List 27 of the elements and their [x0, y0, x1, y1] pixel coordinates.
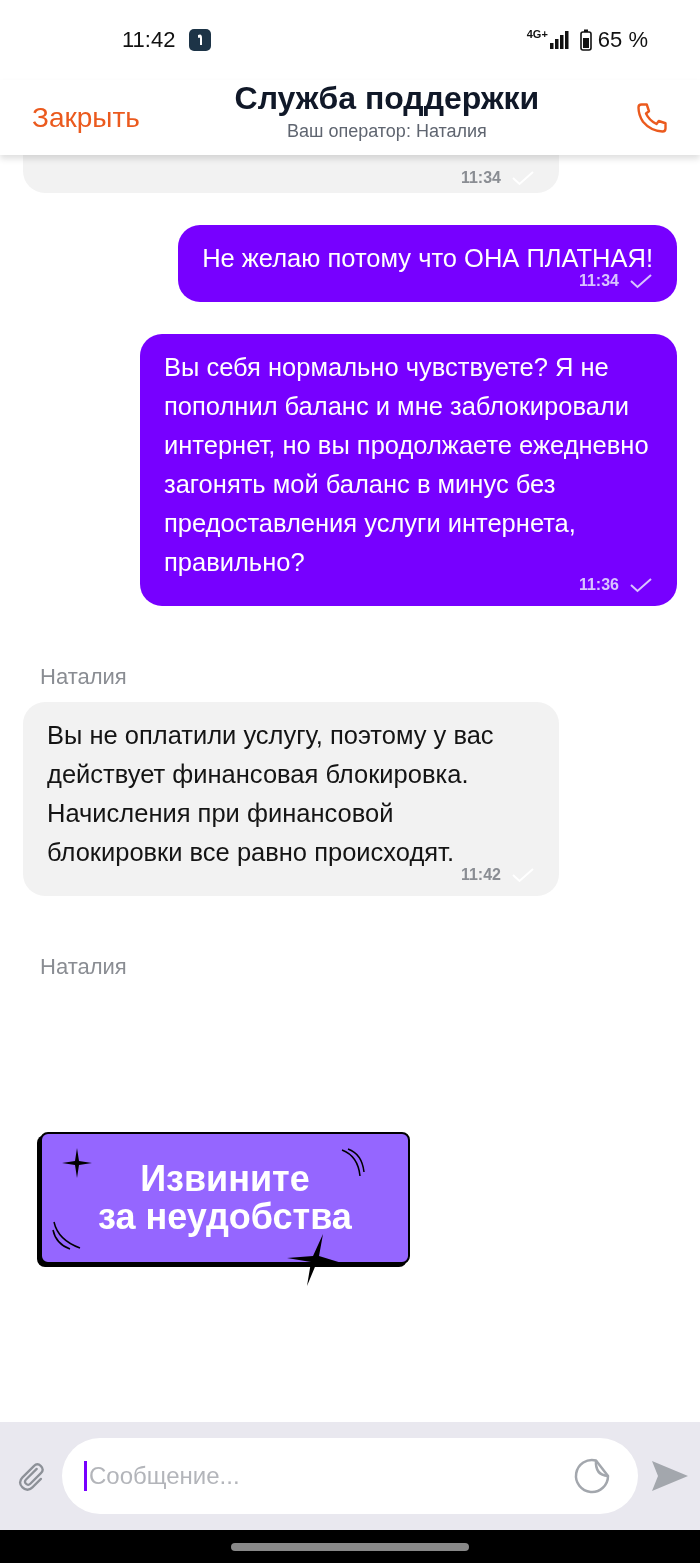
chat-title: Служба поддержки — [234, 79, 540, 117]
sender-name: Наталия — [40, 954, 128, 980]
message-time: 11:34 — [578, 272, 619, 290]
message-text: Вы не оплатили услугу, поэтому у вас действует финансовая блокировка. Начисления при финансовой блокировки все равно происходят. — [47, 720, 495, 868]
message-text: Вы себя нормально чувствуете? Я не пополнил баланс и мне заблокировали интернет, но вы продолжаете ежедневно загонять мой баланс в минус без предоставления услуги интернета, правильно? — [164, 352, 650, 578]
message-input[interactable]: Сообщение... — [84, 1461, 572, 1491]
close-button[interactable]: Закрыть — [32, 101, 140, 134]
message-time: 11:34 — [460, 169, 501, 187]
message-time: 11:36 — [578, 576, 619, 594]
message-time: 11:42 — [460, 866, 501, 884]
swoosh-icon — [52, 1220, 82, 1250]
message-input-field[interactable]: Сообщение... — [62, 1438, 638, 1514]
swoosh-icon — [340, 1148, 366, 1178]
network-type: 4G+ — [526, 28, 548, 40]
app-notification-icon — [189, 29, 212, 51]
sticker-icon[interactable] — [572, 1456, 612, 1496]
home-indicator[interactable] — [231, 1542, 469, 1551]
operator-name: Ваш оператор: Наталия — [286, 120, 487, 142]
status-time: 11:42 — [122, 27, 176, 53]
sender-name: Наталия — [40, 664, 128, 690]
signal-icon — [549, 31, 570, 49]
send-icon[interactable] — [652, 1459, 688, 1493]
battery-level: 65 % — [597, 27, 648, 53]
message-text: Не желаю потому что ОНА ПЛАТНАЯ! — [202, 243, 653, 274]
sticker-text: Извините за неудобства — [98, 1160, 352, 1236]
battery-icon — [579, 29, 592, 51]
sparkle-icon — [62, 1148, 92, 1178]
